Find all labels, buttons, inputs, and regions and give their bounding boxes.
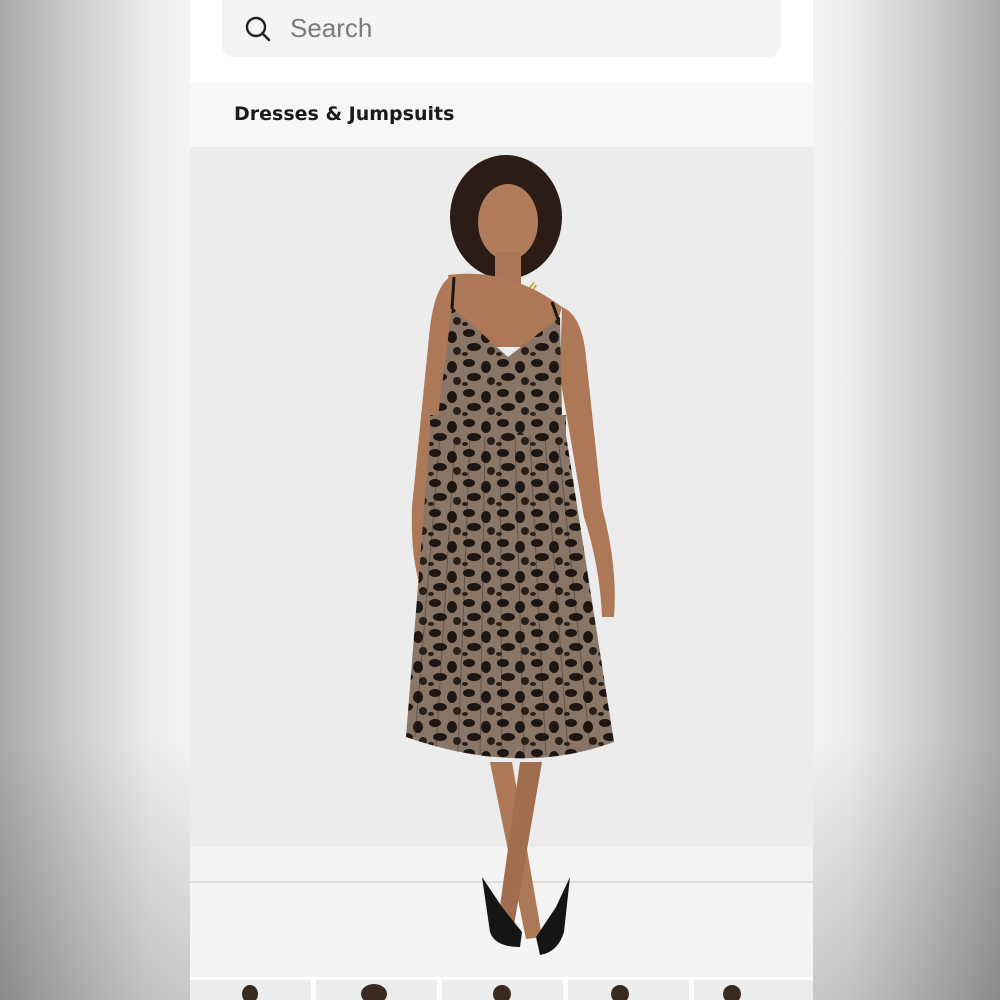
thumbnail[interactable] bbox=[568, 980, 689, 1000]
app-screen: Dresses & Jumpsuits bbox=[190, 0, 813, 1000]
search-bar[interactable] bbox=[222, 0, 781, 57]
thumbnail-strip bbox=[190, 980, 813, 1000]
product-image[interactable] bbox=[190, 147, 813, 977]
search-icon bbox=[245, 16, 271, 41]
thumbnail[interactable] bbox=[694, 980, 813, 1000]
category-header: Dresses & Jumpsuits bbox=[190, 83, 813, 147]
thumbnail[interactable] bbox=[316, 980, 437, 1000]
thumbnail[interactable] bbox=[442, 980, 563, 1000]
thumbnail[interactable] bbox=[190, 980, 311, 1000]
search-input[interactable] bbox=[290, 13, 750, 44]
category-title: Dresses & Jumpsuits bbox=[234, 103, 455, 125]
model-face bbox=[478, 184, 538, 260]
